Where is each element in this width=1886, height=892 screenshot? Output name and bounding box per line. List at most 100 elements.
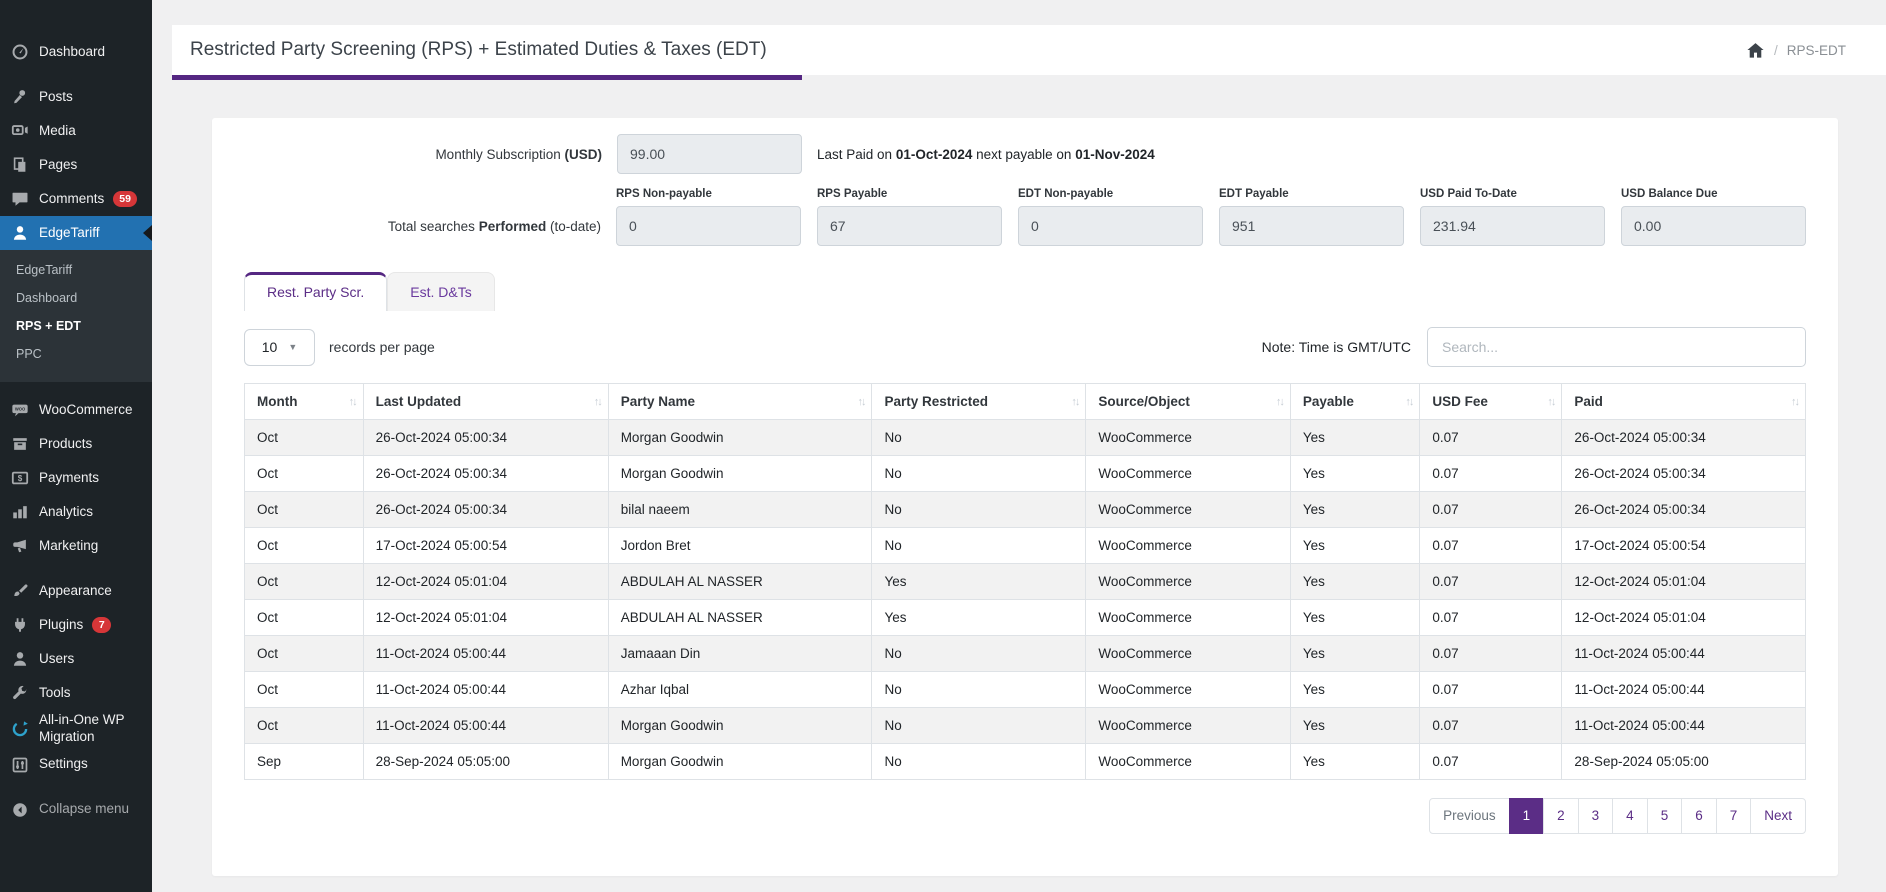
table-cell: 28-Sep-2024 05:05:00 bbox=[1561, 743, 1806, 780]
sidebar-item-label: Marketing bbox=[39, 537, 99, 553]
pagination: Previous 1 2 3 4 5 6 7 Next bbox=[244, 798, 1806, 835]
home-icon[interactable] bbox=[1746, 41, 1765, 60]
page-button-5[interactable]: 5 bbox=[1646, 798, 1683, 835]
page-button-2[interactable]: 2 bbox=[1543, 798, 1579, 835]
sort-icon: ↑↓ bbox=[857, 395, 866, 408]
sidebar-item-media[interactable]: Media bbox=[0, 114, 152, 148]
table-cell: 17-Oct-2024 05:00:54 bbox=[362, 527, 609, 564]
column-header-paid[interactable]: Paid ↑↓ bbox=[1561, 383, 1806, 420]
table-cell: 11-Oct-2024 05:00:44 bbox=[362, 635, 609, 672]
sidebar-item-appearance[interactable]: Appearance bbox=[0, 574, 152, 608]
stat-label: USD Balance Due bbox=[1621, 188, 1718, 200]
sidebar-subitem-ppc[interactable]: PPC bbox=[0, 340, 152, 368]
sidebar-item-dashboard[interactable]: Dashboard bbox=[0, 35, 152, 69]
column-header-usd-fee[interactable]: USD Fee ↑↓ bbox=[1419, 383, 1563, 420]
svg-text:WOO: WOO bbox=[15, 407, 26, 412]
sidebar-subitem-rps-edt[interactable]: RPS + EDT bbox=[0, 312, 152, 340]
search-input[interactable] bbox=[1427, 327, 1806, 367]
tab-rest-party-scr[interactable]: Rest. Party Scr. bbox=[244, 272, 388, 311]
totals-row: Total searches Performed (to-date) RPS N… bbox=[244, 188, 1806, 246]
stat-input bbox=[817, 206, 1002, 246]
table-cell: 11-Oct-2024 05:00:44 bbox=[362, 707, 609, 744]
sidebar-item-products[interactable]: Products bbox=[0, 427, 152, 461]
page-button-4[interactable]: 4 bbox=[1612, 798, 1648, 835]
sidebar-item-posts[interactable]: Posts bbox=[0, 80, 152, 114]
sidebar-item-edgetariff[interactable]: EdgeTariff bbox=[0, 216, 152, 250]
sidebar-item-woocommerce[interactable]: WOO WooCommerce bbox=[0, 393, 152, 427]
sidebar-item-tools[interactable]: Tools bbox=[0, 676, 152, 710]
media-icon bbox=[10, 121, 30, 141]
sidebar-item-collapse-menu[interactable]: Collapse menu bbox=[0, 793, 152, 827]
monthly-subscription-input bbox=[617, 134, 802, 174]
column-header-party-name[interactable]: Party Name ↑↓ bbox=[607, 383, 873, 420]
previous-page-button[interactable]: Previous bbox=[1429, 798, 1510, 835]
table-cell: Oct bbox=[244, 671, 364, 708]
sort-icon: ↑↓ bbox=[1071, 395, 1080, 408]
table-cell: Oct bbox=[244, 527, 364, 564]
table-cell: Yes bbox=[871, 599, 1087, 636]
table-header-row: Month ↑↓ Last Updated ↑↓ Party Name ↑↓ Party R… bbox=[244, 383, 1806, 420]
sidebar-subitem-edgetariff[interactable]: EdgeTariff bbox=[0, 256, 152, 284]
sidebar-item-marketing[interactable]: Marketing bbox=[0, 529, 152, 563]
sidebar-item-label: Pages bbox=[39, 156, 78, 172]
page-button-6[interactable]: 6 bbox=[1681, 798, 1717, 835]
sidebar-item-pages[interactable]: Pages bbox=[0, 148, 152, 182]
stat-label: USD Paid To-Date bbox=[1420, 188, 1517, 200]
total-searches-label: Total searches Performed (to-date) bbox=[387, 219, 601, 234]
table-row: Oct 26-Oct-2024 05:00:34 Morgan Goodwin No W… bbox=[244, 455, 1806, 492]
table-controls: 10 ▼ records per page Note: Time is GMT/… bbox=[244, 327, 1806, 367]
table-cell: Yes bbox=[1289, 599, 1421, 636]
table-cell: 0.07 bbox=[1419, 527, 1563, 564]
table-cell: WooCommerce bbox=[1085, 635, 1291, 672]
table-cell: Oct bbox=[244, 455, 364, 492]
sidebar-item-users[interactable]: Users bbox=[0, 642, 152, 676]
stat-label: EDT Non-payable bbox=[1018, 188, 1114, 200]
table-row: Oct 12-Oct-2024 05:01:04 ABDULAH AL NASSER… bbox=[244, 563, 1806, 600]
column-label: Payable bbox=[1302, 394, 1354, 409]
edgetariff-submenu: EdgeTariff Dashboard RPS + EDT PPC bbox=[0, 250, 152, 382]
table-cell: Sep bbox=[244, 743, 364, 780]
brush-icon bbox=[10, 581, 30, 601]
page-button-7[interactable]: 7 bbox=[1715, 798, 1752, 835]
table-cell: WooCommerce bbox=[1085, 743, 1291, 780]
gauge-icon bbox=[10, 42, 30, 62]
sidebar-subitem-dashboard[interactable]: Dashboard bbox=[0, 284, 152, 312]
page-button-1[interactable]: 1 bbox=[1508, 798, 1545, 835]
column-header-last-updated[interactable]: Last Updated ↑↓ bbox=[362, 383, 609, 420]
column-header-source-object[interactable]: Source/Object ↑↓ bbox=[1085, 383, 1291, 420]
table-cell: 0.07 bbox=[1419, 455, 1563, 492]
breadcrumb-current: RPS-EDT bbox=[1786, 42, 1846, 58]
column-label: Month bbox=[257, 394, 298, 409]
next-page-button[interactable]: Next bbox=[1750, 798, 1806, 835]
column-header-party-restricted[interactable]: Party Restricted ↑↓ bbox=[871, 383, 1087, 420]
sidebar-item-payments[interactable]: $ Payments bbox=[0, 461, 152, 495]
table-cell: 11-Oct-2024 05:00:44 bbox=[1561, 635, 1806, 672]
table-cell: Yes bbox=[1289, 455, 1421, 492]
sidebar-item-comments[interactable]: Comments 59 bbox=[0, 182, 152, 216]
sidebar-item-analytics[interactable]: Analytics bbox=[0, 495, 152, 529]
table-cell: 12-Oct-2024 05:01:04 bbox=[362, 563, 609, 600]
sidebar-item-plugins[interactable]: Plugins 7 bbox=[0, 608, 152, 642]
page-size-select[interactable]: 10 ▼ bbox=[244, 328, 315, 366]
sidebar-item-label: Payments bbox=[39, 469, 100, 485]
megaphone-icon bbox=[10, 536, 30, 556]
table-cell: Yes bbox=[1289, 635, 1421, 672]
column-header-payable[interactable]: Payable ↑↓ bbox=[1289, 383, 1421, 420]
stats-fields: RPS Non-payable RPS Payable EDT Non-payabl… bbox=[616, 188, 1806, 246]
box-icon bbox=[10, 434, 30, 454]
column-header-month[interactable]: Month ↑↓ bbox=[244, 383, 364, 420]
sidebar-item-all-in-one-wp-migration[interactable]: All-in-One WP Migration bbox=[0, 710, 152, 748]
main-content: Restricted Party Screening (RPS) + Estim… bbox=[152, 0, 1886, 892]
table-cell: 26-Oct-2024 05:00:34 bbox=[1561, 455, 1806, 492]
sidebar-item-settings[interactable]: Settings bbox=[0, 748, 152, 782]
table-cell: 0.07 bbox=[1419, 707, 1563, 744]
sidebar-item-label: Plugins bbox=[39, 616, 84, 632]
table-cell: Oct bbox=[244, 707, 364, 744]
page-button-3[interactable]: 3 bbox=[1577, 798, 1614, 835]
table-cell: 0.07 bbox=[1419, 743, 1563, 780]
table-cell: No bbox=[871, 527, 1087, 564]
tab-est-d-ts[interactable]: Est. D&Ts bbox=[387, 272, 495, 311]
table-cell: 12-Oct-2024 05:01:04 bbox=[1561, 563, 1806, 600]
table-cell: No bbox=[871, 707, 1087, 744]
sidebar-item-label: Collapse menu bbox=[39, 801, 130, 817]
